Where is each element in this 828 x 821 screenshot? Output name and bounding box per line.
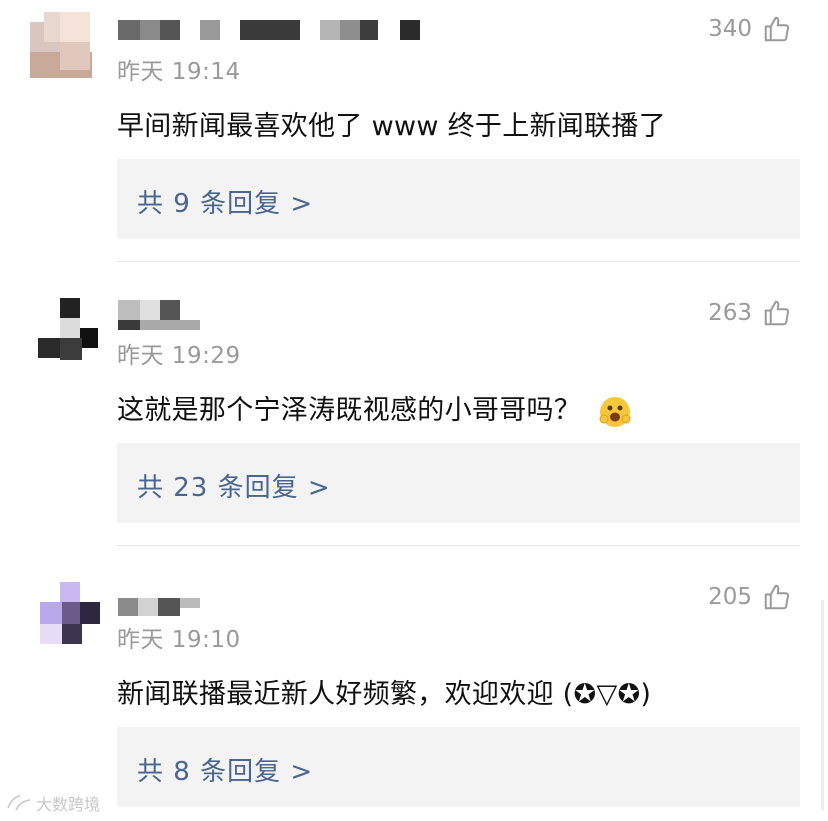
comment-timestamp: 昨天 19:29: [117, 343, 241, 369]
watermark-logo-icon: [7, 795, 31, 811]
comment-item: 昨天 19:10 205 新闻联播最近新人好频繁，欢迎欢迎 (✪▽✪) 共 8 …: [0, 568, 828, 821]
thumbs-up-icon: [764, 16, 790, 42]
like-count: 205: [708, 584, 752, 610]
view-replies-label: 共 23 条回复 >: [137, 473, 331, 503]
like-button[interactable]: 263: [708, 298, 792, 328]
thumbs-up-icon: [764, 584, 790, 610]
grinning-face-emoji: [599, 396, 631, 427]
comment-item: 昨天 19:14 340 早间新闻最喜欢他了 www 终于上新闻联播了 共 9 …: [0, 0, 828, 262]
view-replies-label: 共 8 条回复 >: [137, 757, 314, 787]
scrollbar[interactable]: [821, 600, 824, 810]
comment-text: 早间新闻最喜欢他了 www 终于上新闻联播了: [117, 111, 667, 142]
comment-item: 昨天 19:29 263 这就是那个宁泽涛既视感的小哥哥吗？ 共 23 条回复 …: [0, 284, 828, 546]
avatar[interactable]: [30, 12, 100, 78]
like-count: 340: [708, 16, 752, 42]
watermark: 大数跨境: [6, 791, 100, 815]
username[interactable]: [118, 300, 208, 334]
comment-text-content: 这就是那个宁泽涛既视感的小哥哥吗？: [117, 395, 582, 426]
thumbs-up-icon: [764, 300, 790, 326]
watermark-text: 大数跨境: [36, 795, 101, 814]
view-replies-button[interactable]: 共 23 条回复 >: [117, 443, 800, 523]
like-button[interactable]: 340: [708, 14, 792, 44]
like-count: 263: [708, 300, 752, 326]
avatar[interactable]: [40, 582, 110, 644]
comment-text: 新闻联播最近新人好频繁，欢迎欢迎 (✪▽✪): [117, 679, 652, 710]
like-button[interactable]: 205: [708, 582, 792, 612]
divider: [117, 261, 800, 262]
divider: [117, 545, 800, 546]
view-replies-button[interactable]: 共 9 条回复 >: [117, 159, 800, 239]
view-replies-button[interactable]: 共 8 条回复 >: [117, 727, 800, 807]
comment-timestamp: 昨天 19:10: [117, 627, 241, 653]
username[interactable]: [118, 20, 428, 54]
comment-text: 这就是那个宁泽涛既视感的小哥哥吗？: [117, 388, 632, 429]
avatar[interactable]: [38, 298, 108, 360]
comment-timestamp: 昨天 19:14: [117, 59, 241, 85]
view-replies-label: 共 9 条回复 >: [137, 189, 314, 219]
